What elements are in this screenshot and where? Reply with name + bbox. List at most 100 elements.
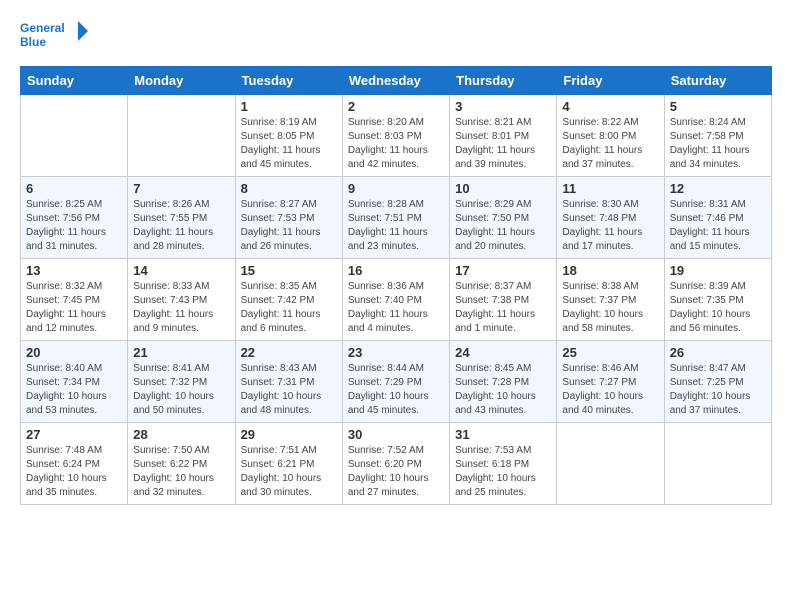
day-number: 21 bbox=[133, 345, 229, 360]
day-info: Sunrise: 8:39 AM Sunset: 7:35 PM Dayligh… bbox=[670, 280, 766, 336]
calendar-week-row: 13 Sunrise: 8:32 AM Sunset: 7:45 PM Dayli… bbox=[21, 259, 772, 341]
page-header: General Blue bbox=[20, 16, 772, 56]
day-number: 28 bbox=[133, 427, 229, 442]
day-number: 23 bbox=[348, 345, 444, 360]
day-number: 11 bbox=[562, 181, 658, 196]
calendar-cell: 5 Sunrise: 8:24 AM Sunset: 7:58 PM Daylig… bbox=[664, 95, 771, 177]
day-number: 22 bbox=[241, 345, 337, 360]
calendar-cell: 17Sunrise: 8:37 AM Sunset: 7:38 PM Dayli… bbox=[450, 259, 557, 341]
calendar-cell: 7Sunrise: 8:26 AM Sunset: 7:55 PM Daylig… bbox=[128, 177, 235, 259]
day-number: 1 bbox=[241, 99, 337, 114]
column-header-thursday: Thursday bbox=[450, 67, 557, 95]
column-header-monday: Monday bbox=[128, 67, 235, 95]
day-number: 29 bbox=[241, 427, 337, 442]
day-number: 4 bbox=[562, 99, 658, 114]
calendar-cell: 2Sunrise: 8:20 AM Sunset: 8:03 PM Daylig… bbox=[342, 95, 449, 177]
calendar-cell: 31 Sunrise: 7:53 AM Sunset: 6:18 PM Dayli… bbox=[450, 423, 557, 505]
calendar-cell: 21 Sunrise: 8:41 AM Sunset: 7:32 PM Dayli… bbox=[128, 341, 235, 423]
calendar-cell bbox=[128, 95, 235, 177]
calendar-cell: 27 Sunrise: 7:48 AM Sunset: 6:24 PM Dayli… bbox=[21, 423, 128, 505]
calendar-cell: 6 Sunrise: 8:25 AM Sunset: 7:56 PM Daylig… bbox=[21, 177, 128, 259]
day-info: Sunrise: 7:52 AM Sunset: 6:20 PM Dayligh… bbox=[348, 444, 444, 500]
column-header-sunday: Sunday bbox=[21, 67, 128, 95]
day-number: 10 bbox=[455, 181, 551, 196]
day-info: Sunrise: 8:22 AM Sunset: 8:00 PM Dayligh… bbox=[562, 116, 658, 172]
day-info: Sunrise: 7:51 AM Sunset: 6:21 PM Dayligh… bbox=[241, 444, 337, 500]
calendar-cell: 11 Sunrise: 8:30 AM Sunset: 7:48 PM Dayli… bbox=[557, 177, 664, 259]
day-info: Sunrise: 8:25 AM Sunset: 7:56 PM Dayligh… bbox=[26, 198, 122, 254]
calendar-cell: 20 Sunrise: 8:40 AM Sunset: 7:34 PM Dayli… bbox=[21, 341, 128, 423]
calendar-week-row: 27 Sunrise: 7:48 AM Sunset: 6:24 PM Dayli… bbox=[21, 423, 772, 505]
calendar-cell: 30 Sunrise: 7:52 AM Sunset: 6:20 PM Dayli… bbox=[342, 423, 449, 505]
day-number: 18 bbox=[562, 263, 658, 278]
day-info: Sunrise: 8:19 AM Sunset: 8:05 PM Dayligh… bbox=[241, 116, 337, 172]
day-info: Sunrise: 8:33 AM Sunset: 7:43 PM Dayligh… bbox=[133, 280, 229, 336]
day-number: 6 bbox=[26, 181, 122, 196]
day-number: 17 bbox=[455, 263, 551, 278]
day-info: Sunrise: 8:41 AM Sunset: 7:32 PM Dayligh… bbox=[133, 362, 229, 418]
day-number: 8 bbox=[241, 181, 337, 196]
day-info: Sunrise: 8:28 AM Sunset: 7:51 PM Dayligh… bbox=[348, 198, 444, 254]
day-info: Sunrise: 7:48 AM Sunset: 6:24 PM Dayligh… bbox=[26, 444, 122, 500]
day-info: Sunrise: 7:50 AM Sunset: 6:22 PM Dayligh… bbox=[133, 444, 229, 500]
column-header-wednesday: Wednesday bbox=[342, 67, 449, 95]
calendar-cell: 13 Sunrise: 8:32 AM Sunset: 7:45 PM Dayli… bbox=[21, 259, 128, 341]
day-number: 19 bbox=[670, 263, 766, 278]
calendar-cell: 9 Sunrise: 8:28 AM Sunset: 7:51 PM Daylig… bbox=[342, 177, 449, 259]
day-number: 27 bbox=[26, 427, 122, 442]
calendar-week-row: 20 Sunrise: 8:40 AM Sunset: 7:34 PM Dayli… bbox=[21, 341, 772, 423]
day-info: Sunrise: 8:27 AM Sunset: 7:53 PM Dayligh… bbox=[241, 198, 337, 254]
calendar-cell: 19 Sunrise: 8:39 AM Sunset: 7:35 PM Dayli… bbox=[664, 259, 771, 341]
day-number: 9 bbox=[348, 181, 444, 196]
day-number: 24 bbox=[455, 345, 551, 360]
day-info: Sunrise: 8:21 AM Sunset: 8:01 PM Dayligh… bbox=[455, 116, 551, 172]
day-number: 7 bbox=[133, 181, 229, 196]
day-info: Sunrise: 8:29 AM Sunset: 7:50 PM Dayligh… bbox=[455, 198, 551, 254]
calendar-cell: 25 Sunrise: 8:46 AM Sunset: 7:27 PM Dayli… bbox=[557, 341, 664, 423]
day-info: Sunrise: 7:53 AM Sunset: 6:18 PM Dayligh… bbox=[455, 444, 551, 500]
day-info: Sunrise: 8:44 AM Sunset: 7:29 PM Dayligh… bbox=[348, 362, 444, 418]
day-info: Sunrise: 8:24 AM Sunset: 7:58 PM Dayligh… bbox=[670, 116, 766, 172]
day-number: 15 bbox=[241, 263, 337, 278]
column-header-tuesday: Tuesday bbox=[235, 67, 342, 95]
calendar-cell: 18 Sunrise: 8:38 AM Sunset: 7:37 PM Dayli… bbox=[557, 259, 664, 341]
day-number: 31 bbox=[455, 427, 551, 442]
calendar-cell: 1 Sunrise: 8:19 AM Sunset: 8:05 PM Daylig… bbox=[235, 95, 342, 177]
day-number: 30 bbox=[348, 427, 444, 442]
calendar-cell bbox=[664, 423, 771, 505]
column-header-friday: Friday bbox=[557, 67, 664, 95]
calendar-cell: 3 Sunrise: 8:21 AM Sunset: 8:01 PM Daylig… bbox=[450, 95, 557, 177]
day-info: Sunrise: 8:46 AM Sunset: 7:27 PM Dayligh… bbox=[562, 362, 658, 418]
day-number: 3 bbox=[455, 99, 551, 114]
day-number: 20 bbox=[26, 345, 122, 360]
day-number: 26 bbox=[670, 345, 766, 360]
day-info: Sunrise: 8:30 AM Sunset: 7:48 PM Dayligh… bbox=[562, 198, 658, 254]
day-number: 25 bbox=[562, 345, 658, 360]
day-info: Sunrise: 8:35 AM Sunset: 7:42 PM Dayligh… bbox=[241, 280, 337, 336]
calendar-cell bbox=[557, 423, 664, 505]
day-info: Sunrise: 8:47 AM Sunset: 7:25 PM Dayligh… bbox=[670, 362, 766, 418]
day-number: 5 bbox=[670, 99, 766, 114]
calendar-cell: 22 Sunrise: 8:43 AM Sunset: 7:31 PM Dayli… bbox=[235, 341, 342, 423]
day-number: 13 bbox=[26, 263, 122, 278]
day-number: 16 bbox=[348, 263, 444, 278]
calendar-cell bbox=[21, 95, 128, 177]
calendar-body: 1 Sunrise: 8:19 AM Sunset: 8:05 PM Daylig… bbox=[21, 95, 772, 505]
day-info: Sunrise: 8:36 AM Sunset: 7:40 PM Dayligh… bbox=[348, 280, 444, 336]
day-number: 14 bbox=[133, 263, 229, 278]
day-number: 12 bbox=[670, 181, 766, 196]
calendar-cell: 8 Sunrise: 8:27 AM Sunset: 7:53 PM Daylig… bbox=[235, 177, 342, 259]
calendar-cell: 15 Sunrise: 8:35 AM Sunset: 7:42 PM Dayli… bbox=[235, 259, 342, 341]
day-info: Sunrise: 8:38 AM Sunset: 7:37 PM Dayligh… bbox=[562, 280, 658, 336]
calendar-cell: 12 Sunrise: 8:31 AM Sunset: 7:46 PM Dayli… bbox=[664, 177, 771, 259]
day-info: Sunrise: 8:32 AM Sunset: 7:45 PM Dayligh… bbox=[26, 280, 122, 336]
day-info: Sunrise: 8:43 AM Sunset: 7:31 PM Dayligh… bbox=[241, 362, 337, 418]
calendar-cell: 23 Sunrise: 8:44 AM Sunset: 7:29 PM Dayli… bbox=[342, 341, 449, 423]
calendar-header-row: SundayMondayTuesdayWednesdayThursdayFrid… bbox=[21, 67, 772, 95]
calendar-week-row: 6 Sunrise: 8:25 AM Sunset: 7:56 PM Daylig… bbox=[21, 177, 772, 259]
calendar-cell: 10 Sunrise: 8:29 AM Sunset: 7:50 PM Dayli… bbox=[450, 177, 557, 259]
day-info: Sunrise: 8:40 AM Sunset: 7:34 PM Dayligh… bbox=[26, 362, 122, 418]
svg-text:General: General bbox=[20, 21, 65, 35]
day-info: Sunrise: 8:31 AM Sunset: 7:46 PM Dayligh… bbox=[670, 198, 766, 254]
day-info: Sunrise: 8:20 AM Sunset: 8:03 PM Dayligh… bbox=[348, 116, 444, 172]
